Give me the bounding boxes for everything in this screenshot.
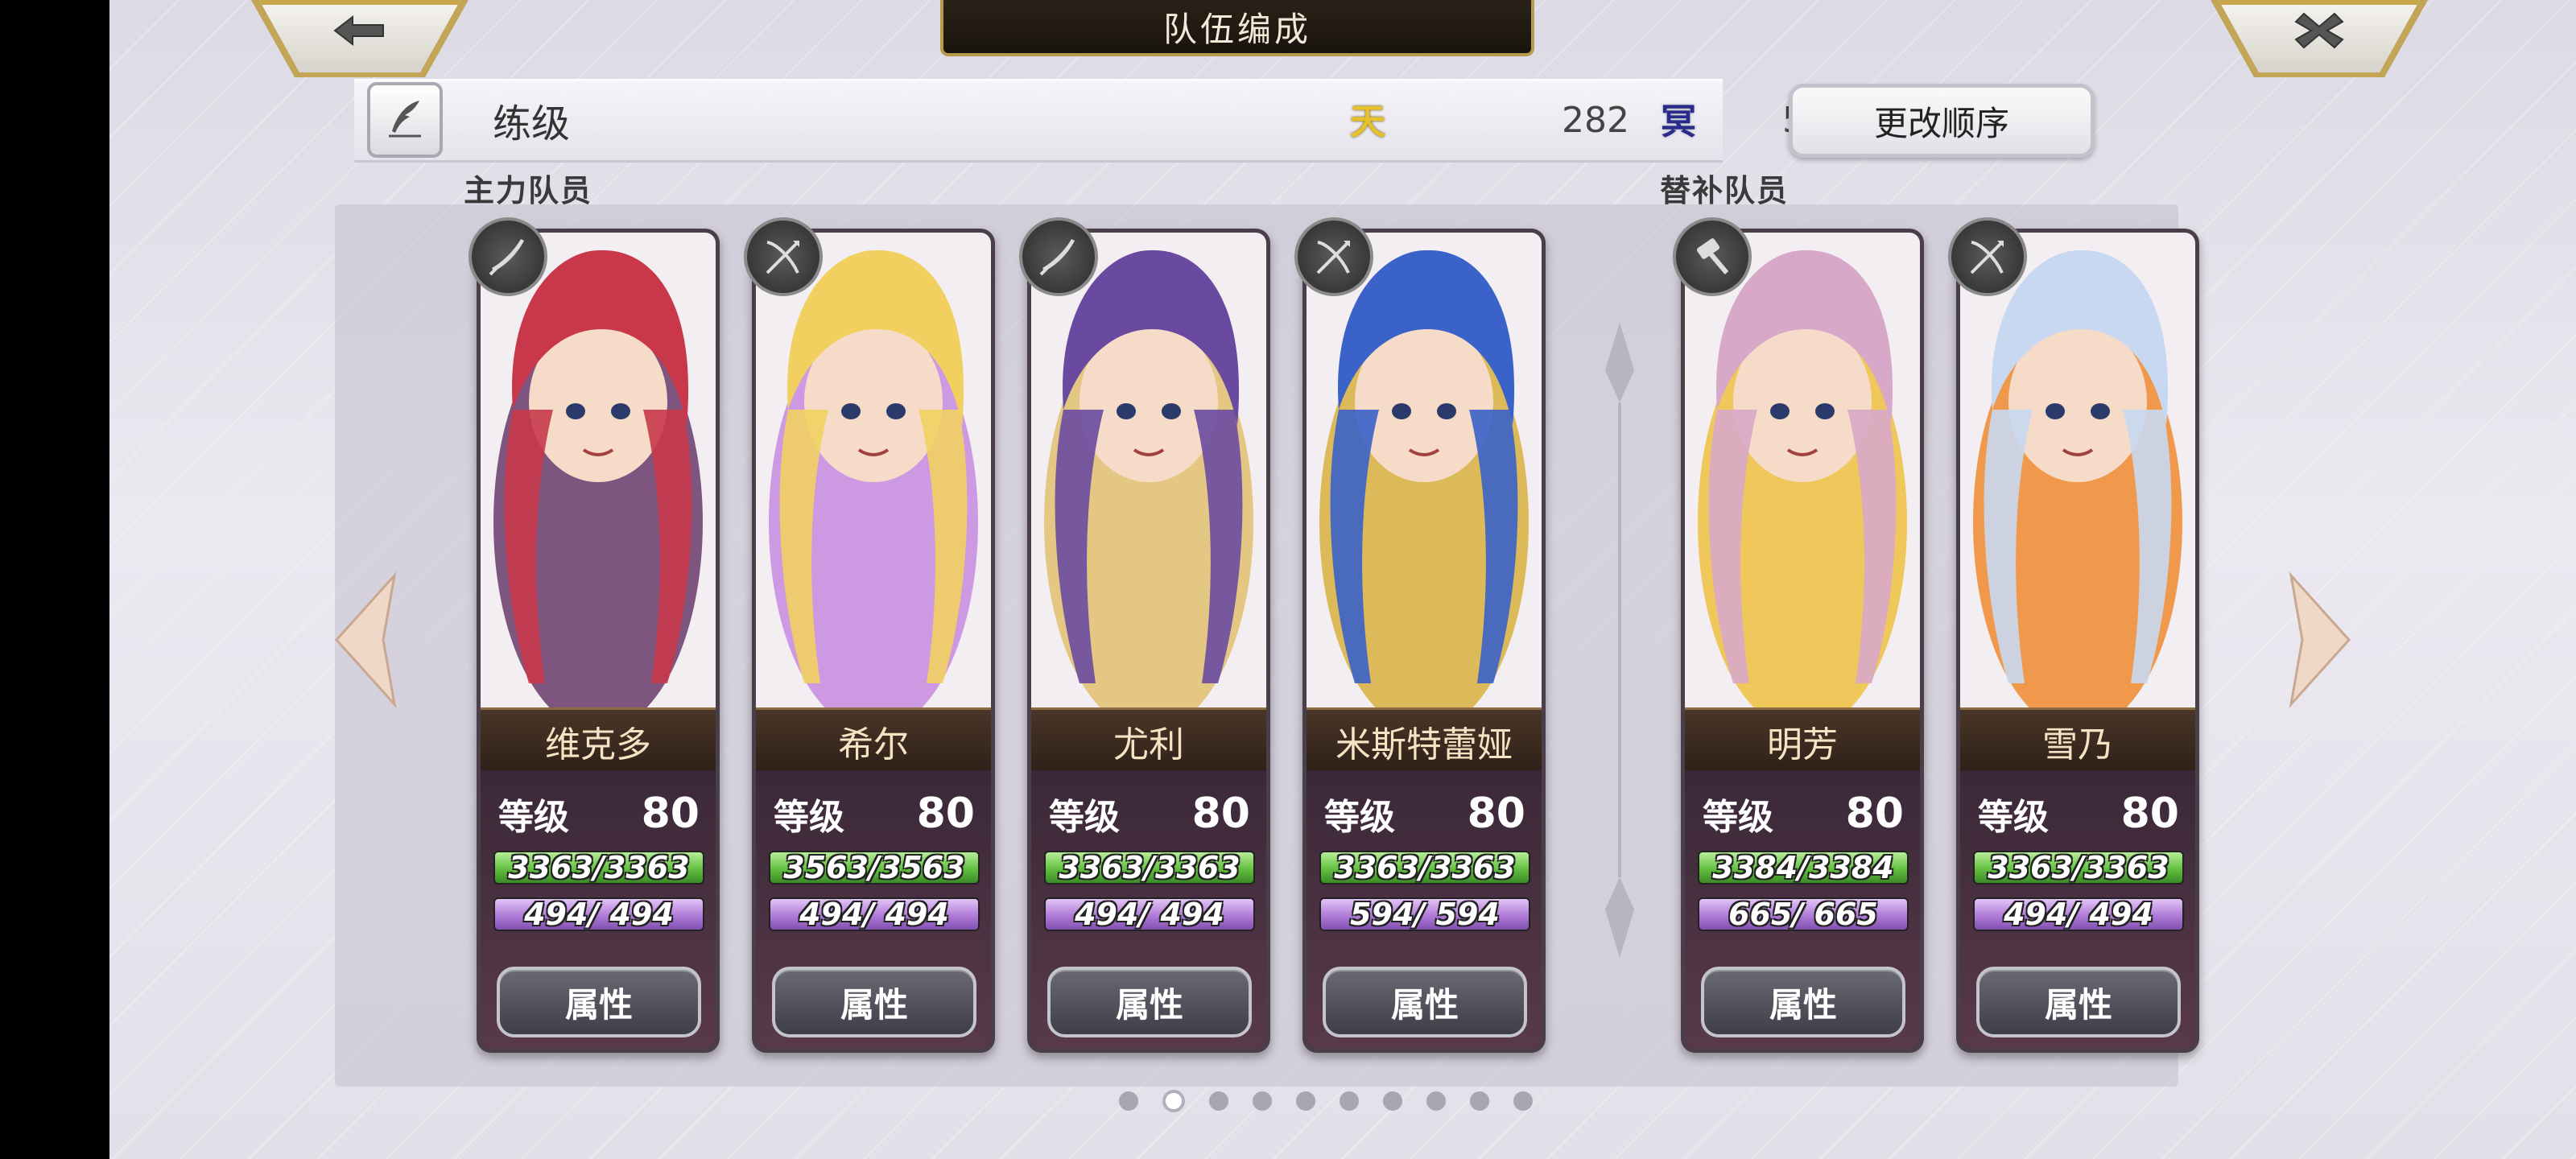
- member-card[interactable]: 尤利 等级 80 3363/3363 494/ 494 属性: [1027, 229, 1270, 1053]
- mp-bar: 494/ 494: [493, 897, 704, 931]
- page-dot[interactable]: [1470, 1091, 1489, 1111]
- page-indicator: [1119, 1090, 1533, 1112]
- sword-icon: [469, 217, 547, 296]
- page-dot[interactable]: [1253, 1091, 1272, 1111]
- level-value: 80: [2120, 790, 2179, 838]
- hell-currency-icon: 冥: [1661, 101, 1696, 142]
- team-name: 练级: [493, 101, 571, 146]
- level-label: 等级: [1049, 797, 1120, 838]
- mp-bar: 494/ 494: [769, 897, 980, 931]
- edit-team-name-button[interactable]: [367, 82, 443, 158]
- hp-bar: 3363/3363: [1044, 851, 1255, 885]
- mp-bar: 494/ 494: [1044, 897, 1255, 931]
- member-card[interactable]: 米斯特蕾娅 等级 80 3363/3363 594/ 594 属性: [1302, 229, 1546, 1053]
- hp-bar: 3363/3363: [1319, 851, 1530, 885]
- sword-icon: [1019, 217, 1098, 296]
- level-value: 80: [1191, 790, 1250, 838]
- page-dot[interactable]: [1426, 1091, 1446, 1111]
- character-portrait: [756, 233, 991, 707]
- member-name: 尤利: [1031, 707, 1266, 775]
- crossbow-icon: [744, 217, 823, 296]
- level-row: 等级 80: [774, 788, 975, 839]
- level-label: 等级: [774, 797, 844, 838]
- page-dot[interactable]: [1383, 1091, 1402, 1111]
- crossbow-icon: [1948, 217, 2027, 296]
- member-name: 米斯特蕾娅: [1307, 707, 1542, 775]
- back-arrow-icon: [332, 14, 388, 54]
- hp-bar: 3363/3363: [1973, 851, 2184, 885]
- member-name: 希尔: [756, 707, 991, 775]
- prev-party-arrow[interactable]: [330, 571, 402, 708]
- level-value: 80: [641, 790, 700, 838]
- character-portrait: [1031, 233, 1266, 707]
- character-portrait: [1685, 233, 1920, 707]
- page-dot[interactable]: [1296, 1091, 1315, 1111]
- level-row: 等级 80: [1978, 788, 2179, 839]
- page-dot[interactable]: [1162, 1090, 1185, 1112]
- level-value: 80: [1467, 790, 1525, 838]
- character-portrait: [481, 233, 716, 707]
- level-row: 等级 80: [498, 788, 700, 839]
- party-divider: [1605, 322, 1634, 958]
- level-label: 等级: [1324, 797, 1395, 838]
- attributes-button[interactable]: 属性: [1047, 967, 1252, 1037]
- attributes-button[interactable]: 属性: [1323, 967, 1527, 1037]
- member-name: 雪乃: [1960, 707, 2195, 775]
- close-icon: [2291, 12, 2347, 54]
- level-row: 等级 80: [1324, 788, 1525, 839]
- level-value: 80: [1845, 790, 1904, 838]
- hp-bar: 3384/3384: [1698, 851, 1909, 885]
- mp-bar: 494/ 494: [1973, 897, 2184, 931]
- next-party-arrow[interactable]: [2283, 571, 2355, 708]
- page-dot[interactable]: [1340, 1091, 1359, 1111]
- level-label: 等级: [1978, 797, 2049, 838]
- attributes-button[interactable]: 属性: [1701, 967, 1905, 1037]
- level-value: 80: [916, 790, 975, 838]
- mp-bar: 594/ 594: [1319, 897, 1530, 931]
- attributes-button[interactable]: 属性: [497, 967, 701, 1037]
- heaven-currency-icon: 天: [1350, 101, 1385, 142]
- level-row: 等级 80: [1049, 788, 1250, 839]
- hp-bar: 3363/3363: [493, 851, 704, 885]
- member-name: 明芳: [1685, 707, 1920, 775]
- member-card[interactable]: 维克多 等级 80 3363/3363 494/ 494 属性: [477, 229, 720, 1053]
- page-title: 队伍编成: [940, 0, 1534, 56]
- member-card[interactable]: 希尔 等级 80 3563/3563 494/ 494 属性: [752, 229, 995, 1053]
- page-dot[interactable]: [1513, 1091, 1533, 1111]
- hammer-icon: [1673, 217, 1752, 296]
- reserve-members-label: 替补队员: [1660, 173, 1790, 208]
- member-name: 维克多: [481, 707, 716, 775]
- page-dot[interactable]: [1209, 1091, 1228, 1111]
- page-dot[interactable]: [1119, 1091, 1138, 1111]
- character-portrait: [1307, 233, 1542, 707]
- character-portrait: [1960, 233, 2195, 707]
- mp-bar: 665/ 665: [1698, 897, 1909, 931]
- member-card[interactable]: 明芳 等级 80 3384/3384 665/ 665 属性: [1681, 229, 1924, 1053]
- attributes-button[interactable]: 属性: [772, 967, 976, 1037]
- change-order-button[interactable]: 更改顺序: [1789, 84, 2095, 158]
- member-card[interactable]: 雪乃 等级 80 3363/3363 494/ 494 属性: [1956, 229, 2199, 1053]
- level-row: 等级 80: [1703, 788, 1904, 839]
- attributes-button[interactable]: 属性: [1976, 967, 2181, 1037]
- quill-pen-icon: [382, 96, 427, 144]
- crossbow-icon: [1294, 217, 1373, 296]
- hp-bar: 3563/3563: [769, 851, 980, 885]
- main-members-label: 主力队员: [464, 173, 593, 208]
- level-label: 等级: [498, 797, 569, 838]
- level-label: 等级: [1703, 797, 1773, 838]
- heaven-value: 282: [1562, 100, 1629, 141]
